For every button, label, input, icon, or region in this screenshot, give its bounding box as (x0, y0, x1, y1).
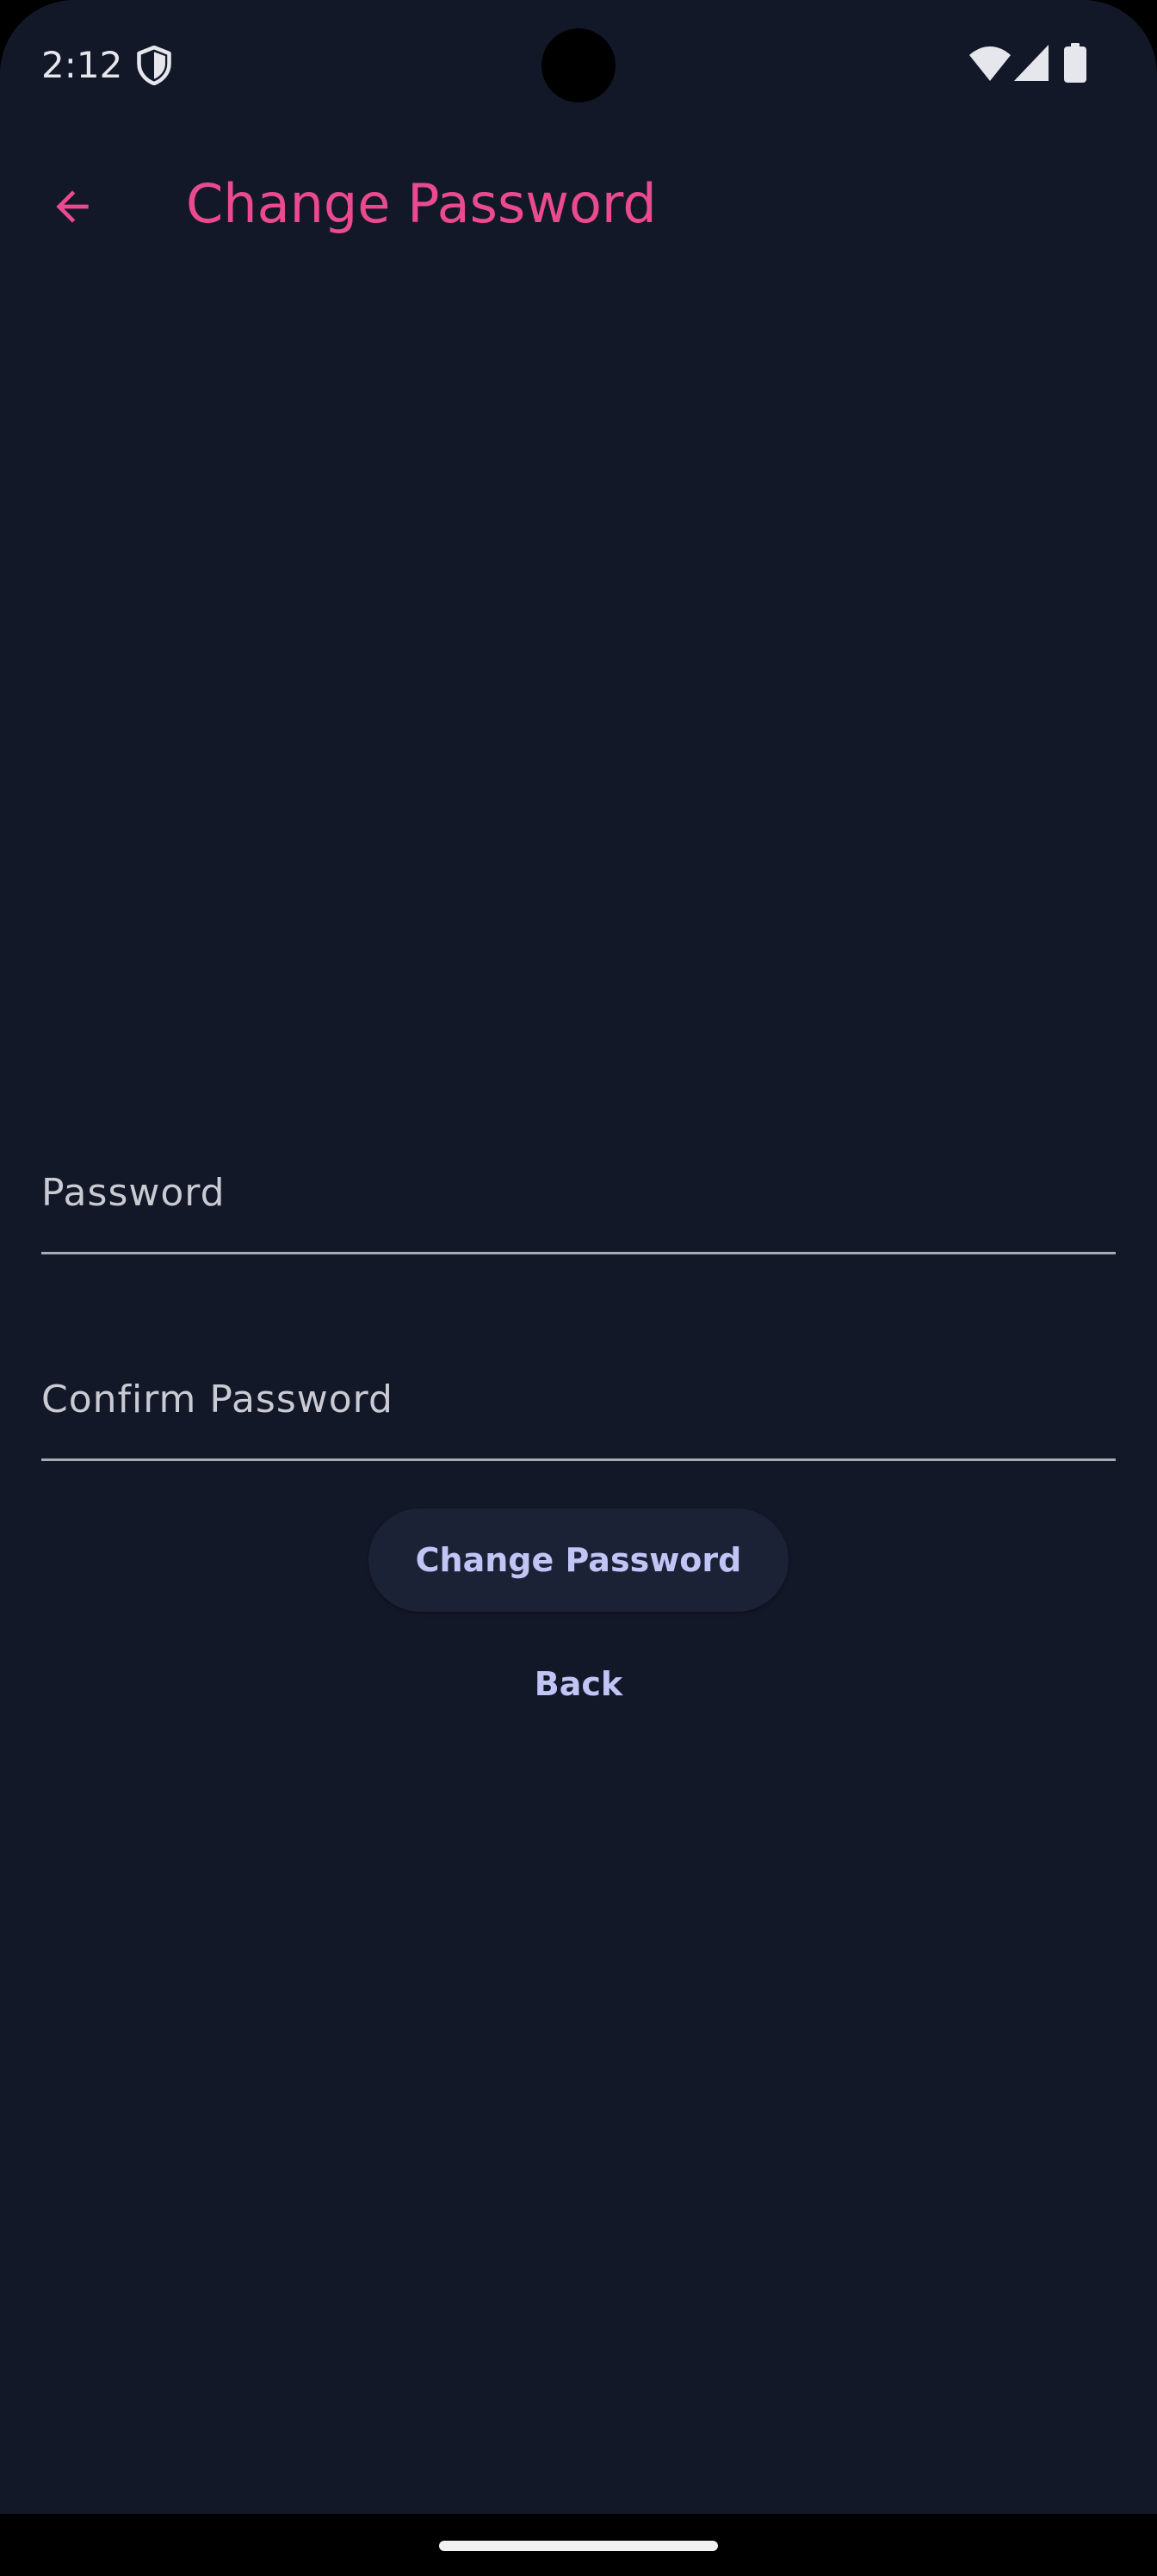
wifi-icon (969, 46, 1011, 81)
change-password-button[interactable]: Change Password (368, 1508, 789, 1612)
gesture-navigation-bar[interactable] (439, 2541, 718, 2551)
battery-icon (1064, 43, 1086, 83)
page-title: Change Password (186, 172, 657, 235)
confirm-password-input[interactable] (41, 1355, 1116, 1458)
app-screen: 2:12 Change Password Change Password Bac… (0, 0, 1157, 2514)
back-button[interactable]: Back (492, 1639, 665, 1729)
password-field[interactable] (41, 1149, 1116, 1254)
back-arrow-button[interactable] (38, 172, 107, 241)
app-bar: Change Password (0, 138, 1157, 267)
signal-icon (1014, 45, 1049, 81)
arrow-left-icon (56, 190, 89, 223)
status-bar: 2:12 (0, 0, 1157, 129)
password-input[interactable] (41, 1149, 1116, 1252)
confirm-password-field[interactable] (41, 1355, 1116, 1461)
shield-icon (137, 46, 171, 85)
status-time: 2:12 (41, 44, 123, 86)
camera-cutout (541, 28, 616, 102)
